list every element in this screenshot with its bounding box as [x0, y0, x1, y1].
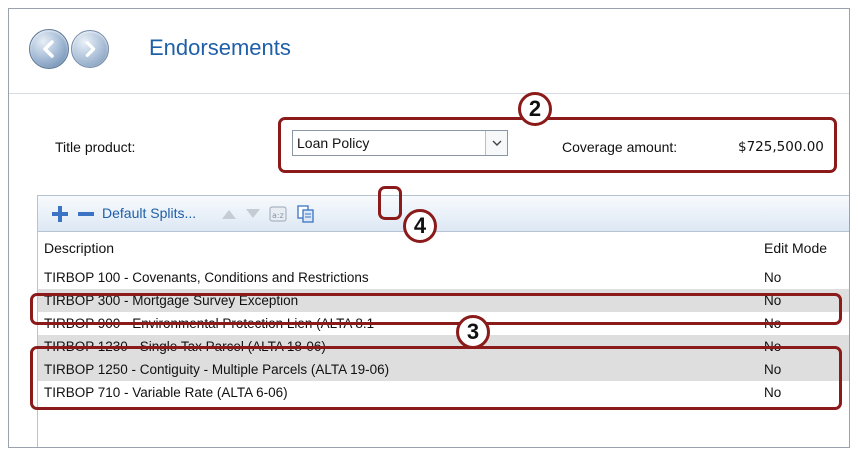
- back-arrow-icon[interactable]: [29, 29, 69, 69]
- page-header: Endorsements: [9, 9, 849, 93]
- column-header-description[interactable]: Description: [44, 240, 114, 256]
- callout-box-copy-button: [378, 186, 402, 220]
- forward-arrow-icon[interactable]: [71, 30, 109, 68]
- table-row[interactable]: TIRBOP 100 - Covenants, Conditions and R…: [38, 266, 849, 289]
- callout-box-rows-1230-1250: [30, 346, 842, 410]
- callout-badge-2: 2: [518, 92, 552, 126]
- move-down-icon[interactable]: [244, 206, 262, 222]
- page-title: Endorsements: [149, 35, 291, 60]
- default-splits-button[interactable]: Default Splits...: [102, 205, 196, 221]
- plus-icon[interactable]: [50, 204, 70, 224]
- callout-badge-3: 3: [456, 315, 490, 349]
- callout-badge-4: 4: [403, 209, 437, 243]
- move-up-icon[interactable]: [220, 206, 238, 222]
- copy-icon[interactable]: [295, 203, 317, 225]
- row-description: TIRBOP 100 - Covenants, Conditions and R…: [44, 270, 369, 285]
- column-header-edit-mode[interactable]: Edit Mode: [764, 240, 827, 256]
- grid-toolbar: Default Splits... a:z: [38, 196, 849, 232]
- callout-box-product-row: [278, 117, 837, 173]
- sort-az-icon[interactable]: a:z: [268, 204, 288, 224]
- header-divider: [9, 93, 849, 94]
- callout-box-row-300: [30, 293, 842, 325]
- title-product-label: Title product:: [55, 139, 136, 155]
- minus-icon[interactable]: [76, 204, 96, 224]
- svg-text:a:z: a:z: [272, 211, 284, 220]
- row-edit-mode: No: [764, 270, 782, 285]
